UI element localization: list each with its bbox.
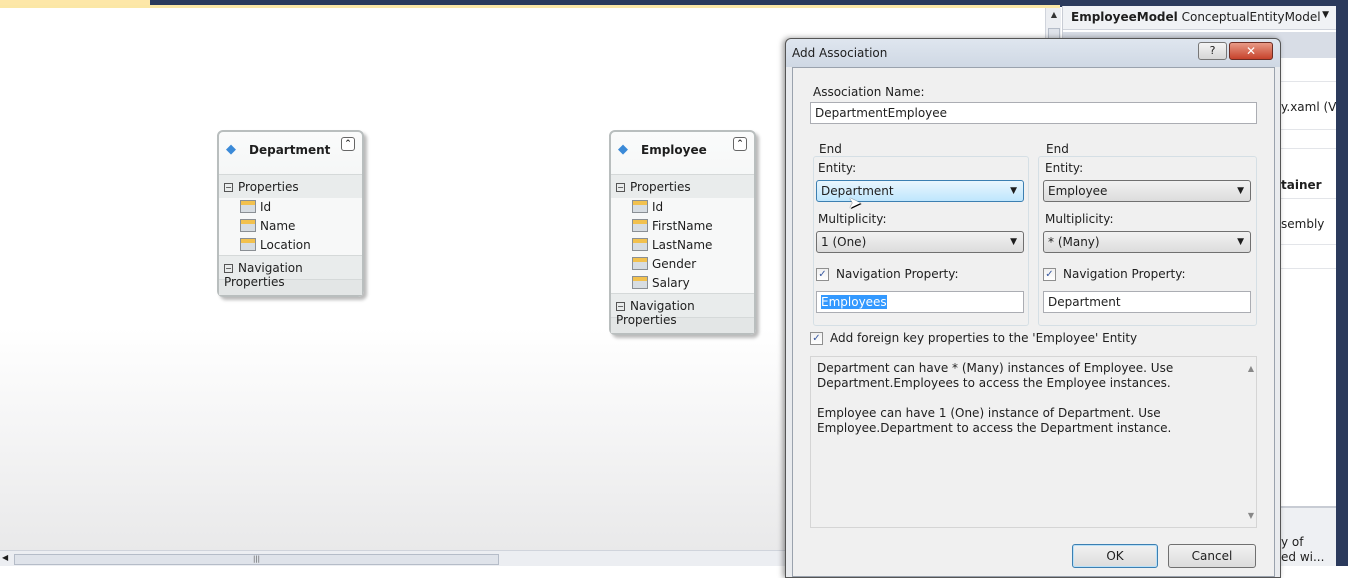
end2-multiplicity-select[interactable]: * (Many) ▼ [1043,231,1251,253]
dialog-title: Add Association [792,46,888,60]
minus-icon[interactable]: − [616,302,625,311]
chevron-down-icon: ▼ [1010,237,1017,247]
navigation-section[interactable]: − Navigation Properties [611,293,754,327]
entity-department[interactable]: ◆ Department ⌃ − Properties Id Name Locatio… [217,130,364,297]
key-icon [632,200,648,213]
property-id[interactable]: Id [219,198,362,217]
end2-nav-input[interactable]: Department [1043,291,1251,313]
end1-multiplicity-select[interactable]: 1 (One) ▼ [816,231,1024,253]
entity-employee[interactable]: ◆ Employee ⌃ − Properties Id FirstName Last… [609,130,756,335]
property-firstname[interactable]: FirstName [611,217,754,236]
foreign-key-label: Add foreign key properties to the 'Emplo… [830,331,1138,345]
chevron-down-icon: ▼ [1237,237,1244,247]
property-gender[interactable]: Gender [611,255,754,274]
association-description: Department can have * (Many) instances o… [810,356,1257,528]
dialog-titlebar[interactable]: Add Association ? ✕ [786,39,1280,67]
property-location[interactable]: Location [219,236,362,255]
property-lastname[interactable]: LastName [611,236,754,255]
scroll-down-icon[interactable]: ▼ [1248,508,1254,523]
property-id[interactable]: Id [611,198,754,217]
navigation-section[interactable]: − Navigation Properties [219,255,362,289]
key-icon [240,200,256,213]
collapse-icon[interactable]: ⌃ [733,137,747,151]
chevron-down-icon: ▼ [1010,186,1017,196]
property-icon [632,238,648,251]
add-association-dialog: Add Association ? ✕ Association Name: De… [785,38,1281,578]
entity-icon: ◆ [226,142,236,157]
ok-button[interactable]: OK [1072,544,1158,568]
minus-icon[interactable]: − [616,183,625,192]
association-name-label: Association Name: [813,85,925,99]
scroll-up-icon[interactable]: ▲ [1248,361,1254,376]
property-icon [632,219,648,232]
entity-title: Department [249,143,331,157]
property-icon [632,276,648,289]
end2-entity-select[interactable]: Employee ▼ [1043,180,1251,202]
entity-icon: ◆ [618,142,628,157]
collapse-icon[interactable]: ⌃ [341,137,355,151]
window-edge [1336,0,1348,566]
scroll-left-icon[interactable]: ◀ [2,553,8,562]
chevron-down-icon: ▼ [1237,186,1244,196]
cancel-button[interactable]: Cancel [1168,544,1256,568]
mouse-cursor-icon: ➤ [848,193,862,212]
help-button[interactable]: ? [1198,42,1227,60]
scroll-thumb[interactable]: ||| [14,554,499,565]
property-salary[interactable]: Salary [611,274,754,293]
minus-icon[interactable]: − [224,183,233,192]
dialog-body: Association Name: DepartmentEmployee End… [792,67,1275,577]
end1-nav-input[interactable]: Employees [816,291,1024,313]
close-button[interactable]: ✕ [1229,42,1273,60]
property-icon [632,257,648,270]
chevron-down-icon[interactable]: ▼ [1322,10,1329,20]
end2-nav-checkbox[interactable]: ✓ [1043,268,1056,281]
entity-title: Employee [641,143,707,157]
property-name[interactable]: Name [219,217,362,236]
properties-section[interactable]: − Properties [219,174,362,198]
end1-nav-checkbox[interactable]: ✓ [816,268,829,281]
scroll-up-icon[interactable]: ▲ [1048,10,1060,24]
horizontal-scrollbar[interactable]: ◀ ||| [0,550,785,566]
property-icon [240,238,256,251]
object-selector[interactable]: EmployeeModel ConceptualEntityModel ▼ [1063,6,1337,30]
association-name-input[interactable]: DepartmentEmployee [810,102,1257,124]
property-icon [240,219,256,232]
foreign-key-checkbox[interactable]: ✓ [810,332,823,345]
properties-section[interactable]: − Properties [611,174,754,198]
minus-icon[interactable]: − [224,264,233,273]
